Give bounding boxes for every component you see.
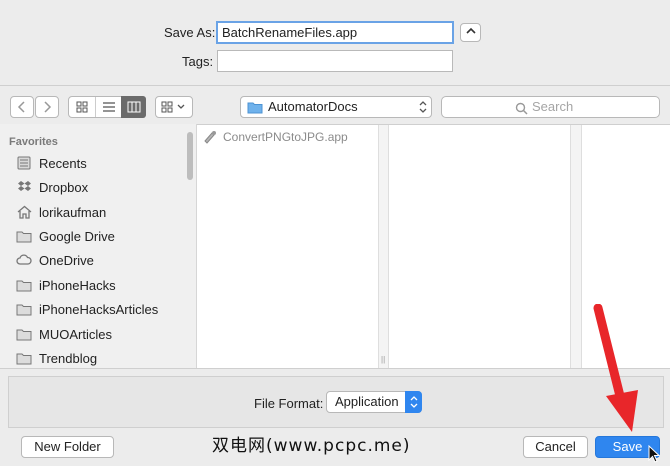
dropbox-icon xyxy=(16,180,32,194)
sidebar-heading: Favorites xyxy=(9,136,58,148)
browser-column-2 xyxy=(389,125,570,368)
file-row[interactable]: ConvertPNGtoJPG.app xyxy=(203,130,348,144)
list-icon xyxy=(103,102,115,112)
arrange-menu-button[interactable] xyxy=(155,96,193,118)
sidebar-item-label: MUOArticles xyxy=(39,326,112,342)
file-format-label: File Format: xyxy=(254,396,324,411)
sidebar-item-label: Dropbox xyxy=(39,179,89,195)
sidebar-item-trendblog[interactable]: Trendblog xyxy=(16,347,97,369)
updown-chevron-icon xyxy=(405,391,422,413)
sidebar-item-muoarticles[interactable]: MUOArticles xyxy=(16,323,112,345)
save-as-label: Save As: xyxy=(164,25,216,40)
recents-icon xyxy=(16,156,32,170)
save-as-input[interactable]: BatchRenameFiles.app xyxy=(216,21,454,44)
view-mode-segmented-control[interactable] xyxy=(68,96,146,118)
file-format-bar: File Format: Application xyxy=(8,376,664,428)
arrange-grid-icon xyxy=(161,101,185,113)
forward-button[interactable] xyxy=(35,96,59,118)
sidebar-item-label: OneDrive xyxy=(39,252,94,268)
tags-label: Tags: xyxy=(182,54,214,69)
location-label: AutomatorDocs xyxy=(268,99,358,114)
folder-icon xyxy=(16,351,32,365)
file-format-popup[interactable]: Application xyxy=(326,391,422,413)
home-icon xyxy=(16,205,32,219)
search-field[interactable]: Search xyxy=(441,96,660,118)
list-view-button[interactable] xyxy=(95,97,122,117)
sidebar-item-iphonehacks[interactable]: iPhoneHacks xyxy=(16,274,116,296)
icon-view-button[interactable] xyxy=(69,97,95,117)
cloud-icon xyxy=(16,253,32,267)
sidebar-item-label: lorikaufman xyxy=(39,204,107,220)
folder-icon xyxy=(16,302,32,316)
folder-icon xyxy=(16,229,32,243)
collapse-chevron-up-button[interactable] xyxy=(460,23,481,42)
back-button[interactable] xyxy=(10,96,34,118)
sidebar-item-label: Recents xyxy=(39,155,87,171)
column-divider xyxy=(570,125,582,368)
sidebar-item-home[interactable]: lorikaufman xyxy=(16,201,106,223)
columns-icon xyxy=(127,101,140,113)
browser-bottom-divider xyxy=(0,368,670,369)
folder-icon xyxy=(247,100,263,120)
sidebar-item-label: iPhoneHacks xyxy=(39,277,116,293)
search-icon xyxy=(515,101,528,121)
sidebar-item-label: Trendblog xyxy=(39,350,98,366)
sidebar: Favorites Recents Dropbox lorikaufman Go… xyxy=(0,124,197,368)
browser-column-1: ConvertPNGtoJPG.app xyxy=(197,125,378,368)
sidebar-item-label: Google Drive xyxy=(39,228,115,244)
chevron-up-icon xyxy=(465,27,476,34)
header-divider xyxy=(0,85,670,86)
folder-icon xyxy=(16,327,32,341)
chevron-left-icon xyxy=(17,101,25,113)
file-name: ConvertPNGtoJPG.app xyxy=(223,130,348,144)
sidebar-item-iphonehacksarticles[interactable]: iPhoneHacksArticles xyxy=(16,298,158,320)
new-folder-button[interactable]: New Folder xyxy=(21,436,114,458)
sidebar-item-label: iPhoneHacksArticles xyxy=(39,301,159,317)
sidebar-item-dropbox[interactable]: Dropbox xyxy=(16,176,88,198)
automator-app-icon xyxy=(203,130,217,144)
sidebar-scrollbar[interactable] xyxy=(187,132,193,180)
column-view-button[interactable] xyxy=(121,96,146,118)
location-popup[interactable]: AutomatorDocs xyxy=(240,96,432,118)
column-resize-handle[interactable]: || xyxy=(378,125,389,368)
folder-icon xyxy=(16,278,32,292)
sidebar-item-recents[interactable]: Recents xyxy=(16,152,87,174)
resize-grip-icon: || xyxy=(381,355,386,364)
red-arrow-annotation-icon xyxy=(593,304,638,432)
updown-chevron-icon xyxy=(419,100,427,120)
tags-input[interactable] xyxy=(217,50,453,72)
chevron-right-icon xyxy=(44,101,52,113)
sidebar-item-google-drive[interactable]: Google Drive xyxy=(16,225,115,247)
file-format-value: Application xyxy=(335,394,399,409)
cancel-button[interactable]: Cancel xyxy=(523,436,588,458)
grid-icon xyxy=(76,101,88,113)
sidebar-item-onedrive[interactable]: OneDrive xyxy=(16,249,94,271)
search-placeholder: Search xyxy=(532,99,574,114)
mouse-cursor-icon xyxy=(648,445,660,463)
watermark-text: 双电网(www.pcpc.me) xyxy=(212,436,411,456)
